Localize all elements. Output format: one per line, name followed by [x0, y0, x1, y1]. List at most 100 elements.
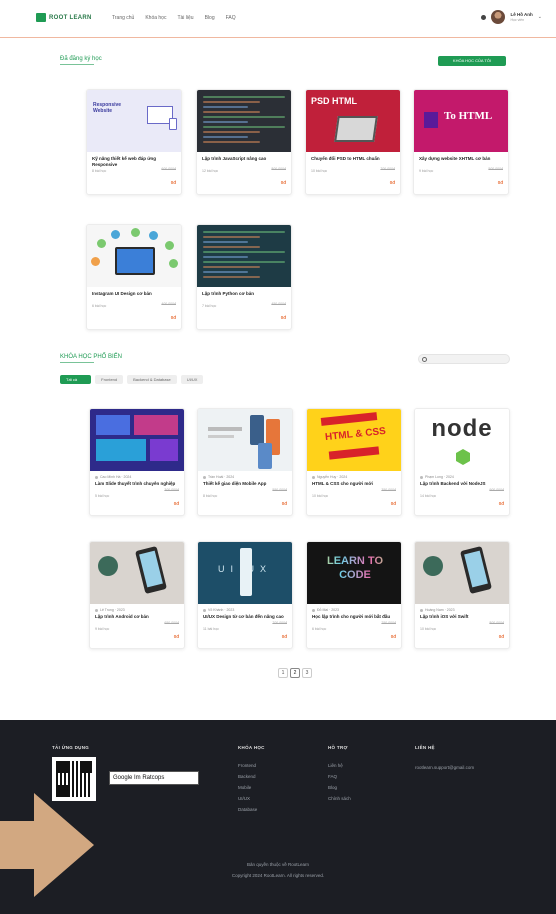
- course-card[interactable]: node Phạm Long · 2024 Lập trình Backend …: [414, 408, 510, 516]
- course-card[interactable]: Instagram UI Design cơ bản 6 bài học 400…: [86, 224, 182, 330]
- footer-link[interactable]: Backend: [238, 774, 257, 779]
- thumb-text: To HTML: [444, 110, 493, 122]
- course-thumbnail: [197, 90, 291, 152]
- new-price: 0đ: [281, 634, 287, 639]
- top-header: ROOT LEARN Trang chủ Khóa học Tài liệu B…: [0, 0, 556, 38]
- old-price: 600.000đ: [161, 167, 176, 171]
- bell-icon[interactable]: [481, 14, 487, 20]
- footer-courses-title: KHÓA HỌC: [238, 745, 265, 750]
- nav-item-docs[interactable]: Tài liệu: [177, 15, 193, 21]
- user-info: Lê Hồ Anh Học viên: [510, 12, 532, 22]
- footer-link[interactable]: Liên hệ: [328, 763, 351, 768]
- tab-all[interactable]: Tất cả: [60, 375, 92, 384]
- tab-frontend[interactable]: Frontend: [95, 375, 124, 384]
- tab-uiux[interactable]: UI/UX: [180, 375, 204, 384]
- new-price: 0đ: [170, 180, 176, 185]
- filter-tabs: Tất cả Frontend Backend & Database UI/UX: [60, 375, 204, 384]
- avatar[interactable]: [491, 10, 506, 24]
- nav-item-courses[interactable]: Khóa học: [145, 15, 166, 21]
- course-price: 500.000đ 0đ: [488, 167, 503, 189]
- page-button-3[interactable]: 3: [302, 668, 312, 678]
- course-card[interactable]: To HTML Xây dựng website XHTML cơ bản 9 …: [413, 89, 509, 195]
- course-thumbnail: [90, 542, 184, 604]
- course-card[interactable]: UI UX Võ Khánh · 2023 UI/UX Design từ cơ…: [197, 541, 293, 649]
- author-date: Đỗ Mai · 2023: [317, 608, 339, 612]
- old-price: 350.000đ: [381, 488, 396, 492]
- old-price: 650.000đ: [164, 621, 179, 625]
- course-price: 800.000đ 0đ: [489, 621, 504, 643]
- new-price: 0đ: [389, 180, 395, 185]
- nav-item-home[interactable]: Trang chủ: [112, 15, 134, 21]
- my-courses-button[interactable]: KHÓA HỌC CỦA TÔI: [438, 56, 506, 66]
- user-menu[interactable]: Lê Hồ Anh Học viên ⌄: [481, 10, 542, 24]
- course-thumbnail: PSD HTML: [306, 90, 400, 152]
- course-card[interactable]: LEARN TO CODE Đỗ Mai · 2023 Học lập trìn…: [306, 541, 402, 649]
- old-price: 250.000đ: [381, 621, 396, 625]
- course-card[interactable]: Responsive Website Kỹ năng thiết kế web …: [86, 89, 182, 195]
- old-price: 800.000đ: [489, 621, 504, 625]
- course-card[interactable]: Lê Trung · 2023 Lập trình Android cơ bản…: [89, 541, 185, 649]
- course-thumbnail: [90, 409, 184, 471]
- author-date: Trần Hoài · 2024: [208, 475, 235, 479]
- course-thumbnail: [415, 542, 509, 604]
- new-price: 0đ: [390, 634, 396, 639]
- new-price: 0đ: [497, 180, 503, 185]
- course-card[interactable]: PSD HTML Chuyển đổi PSD to HTML chuẩn 10…: [305, 89, 401, 195]
- course-price: 250.000đ 0đ: [381, 621, 396, 643]
- course-price: 800.000đ 0đ: [271, 167, 286, 189]
- author-date: Hoàng Nam · 2023: [425, 608, 455, 612]
- logo-icon: [36, 13, 46, 22]
- course-card[interactable]: HTML & CSS Nguyễn Huy · 2024 HTML & CSS …: [306, 408, 402, 516]
- course-meta: Phạm Long · 2024: [420, 475, 504, 479]
- footer-link[interactable]: Chính sách: [328, 796, 351, 801]
- google-play-button[interactable]: Google Im Ratcops: [109, 771, 199, 785]
- footer-link[interactable]: UI/UX: [238, 796, 257, 801]
- chevron-down-icon[interactable]: ⌄: [538, 14, 542, 20]
- footer-link[interactable]: Blog: [328, 785, 351, 790]
- nav-item-blog[interactable]: Blog: [205, 15, 215, 21]
- footer-link[interactable]: Mobile: [238, 785, 257, 790]
- footer-link[interactable]: FAQ: [328, 774, 351, 779]
- old-price: 800.000đ: [271, 167, 286, 171]
- footer-support-title: HỖ TRỢ: [328, 745, 348, 750]
- course-card[interactable]: Cao Minh Hà · 2024 Làm Slide thuyết trìn…: [89, 408, 185, 516]
- course-price: 600.000đ 0đ: [161, 167, 176, 189]
- footer-link[interactable]: Frontend: [238, 763, 257, 768]
- footer-app-title: TẢI ỨNG DỤNG: [52, 745, 90, 750]
- course-thumbnail: [87, 225, 181, 287]
- thumb-text: PSD HTML: [311, 96, 357, 106]
- course-meta: Cao Minh Hà · 2024: [95, 475, 179, 479]
- page-button-2[interactable]: 2: [290, 668, 300, 678]
- course-price: 550.000đ 0đ: [272, 488, 287, 510]
- search-icon: [422, 357, 427, 362]
- new-price: 0đ: [170, 315, 176, 320]
- course-meta: Trần Hoài · 2024: [203, 475, 287, 479]
- author-date: Nguyễn Huy · 2024: [317, 475, 348, 479]
- footer-email[interactable]: rootlearn.support@gmail.com: [415, 765, 474, 770]
- course-thumbnail: node: [415, 409, 509, 471]
- nav-item-faq[interactable]: FAQ: [226, 15, 236, 21]
- logo-text: ROOT LEARN: [49, 14, 92, 21]
- page-button-1[interactable]: 1: [278, 668, 288, 678]
- course-price: 650.000đ 0đ: [164, 621, 179, 643]
- course-price: 700.000đ 0đ: [272, 621, 287, 643]
- course-card[interactable]: Lập trình JavaScript nâng cao 12 bài học…: [196, 89, 292, 195]
- arrow-right-icon: [0, 793, 94, 897]
- course-price: 300.000đ 0đ: [164, 488, 179, 510]
- old-price: 500.000đ: [488, 167, 503, 171]
- course-meta: Nguyễn Huy · 2024: [312, 475, 396, 479]
- registered-section-title: Đã đăng ký học: [60, 56, 102, 65]
- course-card[interactable]: Lập trình Python cơ bản 7 bài học 450.00…: [196, 224, 292, 330]
- new-price: 0đ: [173, 634, 179, 639]
- course-search-input[interactable]: [418, 354, 510, 364]
- footer-link[interactable]: Database: [238, 807, 257, 812]
- old-price: 300.000đ: [164, 488, 179, 492]
- course-thumbnail: LEARN TO CODE: [307, 542, 401, 604]
- user-role: Học viên: [510, 18, 525, 22]
- course-card[interactable]: Hoàng Nam · 2023 Lập trình iOS với Swift…: [414, 541, 510, 649]
- site-logo[interactable]: ROOT LEARN: [36, 13, 92, 22]
- course-card[interactable]: Trần Hoài · 2024 Thiết kế giao diện Mobi…: [197, 408, 293, 516]
- thumb-text: node: [431, 415, 493, 442]
- tab-backend[interactable]: Backend & Database: [127, 375, 177, 384]
- old-price: 450.000đ: [271, 302, 286, 306]
